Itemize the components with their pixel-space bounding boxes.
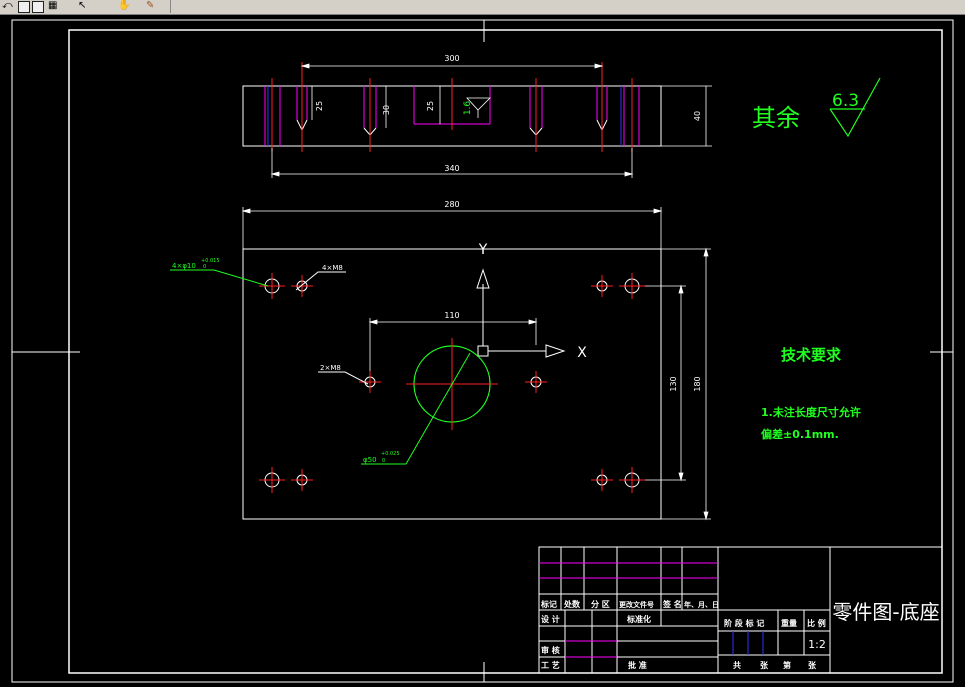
tech-req-line-1: 1.未注长度尺寸允许 [761,405,861,419]
undo-icon[interactable]: ⤺ [2,0,13,12]
bore-leader [361,352,471,465]
dim-130: 130 [669,376,678,391]
toolbar-separator [170,0,171,13]
cursor-icon[interactable]: ↖ [78,0,86,12]
bore-callout: φ50 [363,456,377,464]
window-icon[interactable] [32,1,44,13]
title-block: 标记 处数 分 区 更改文件号 签 名 年、月、日 设 计 标准化 审 核 工 … [538,546,943,674]
dim-depth-1: 25 [315,101,324,111]
drawing-canvas: 300 340 25 30 25 1.6 40 其余 6.3 280 110 1… [11,19,954,683]
axis-y-label: Y [478,242,488,258]
tb-sheets-total: 共 [733,660,741,670]
tb-header-change-doc: 更改文件号 [619,600,654,609]
toolbar: ⤺ ▦ ↖ ✋ ✎ [0,0,965,15]
hole-callout-4m8: 4×M8 [322,264,343,272]
tb-header-signature: 签 名 [662,599,682,609]
front-centerlines [271,62,633,152]
tb-sheets-unit-1: 张 [760,661,769,670]
tb-standard-label: 标准化 [626,614,651,624]
hole-callout-phi10: 4×φ10 [172,262,196,270]
tech-req-title: 技术要求 [781,346,842,364]
properties-icon[interactable]: ▦ [48,0,57,12]
roughness-1-6: 1.6 [463,101,473,116]
tb-part-name: 零件图-底座 [832,600,939,624]
tb-header-zone: 分 区 [591,599,610,609]
tb-process-label: 工 艺 [541,660,560,670]
dim-height-40: 40 [693,111,702,121]
dim-180: 180 [693,376,702,391]
tb-weight: 重量 [781,618,797,628]
roughness-label: 其余 [752,104,800,132]
dim-300: 300 [444,54,459,63]
roughness-note: 其余 6.3 [752,77,881,138]
tb-header-count: 处数 [563,599,581,609]
bore-callout-tol2: 0 [382,458,385,464]
tb-ratio: 比 例 [807,618,826,628]
dim-280: 280 [444,200,459,209]
plan-view: 280 110 130 180 Y X 4×φ10 +0.015 0 4×M8 … [170,200,711,521]
plan-centerlines [259,273,645,493]
window-icon[interactable] [18,1,30,13]
ucs-icon [476,268,566,358]
pan-icon[interactable]: ✋ [118,0,130,12]
tb-approve-label: 批 准 [628,660,647,670]
axis-x-label: X [577,345,587,361]
bore-callout-tol: +0.025 [381,451,400,457]
tb-review-label: 审 核 [541,645,560,655]
tech-req-line-2: 偏差±0.1mm. [761,427,839,441]
match-icon[interactable]: ✎ [146,0,154,12]
dim-110: 110 [444,311,459,320]
dim-depth-2: 30 [382,105,391,115]
dim-340: 340 [444,164,459,173]
tb-header-date: 年、月、日 [684,600,719,609]
tb-header-mark: 标记 [540,599,557,609]
hole-callout-2m8: 2×M8 [320,364,341,372]
tb-stage-mark: 阶 段 标 记 [724,618,764,628]
dim-depth-3: 25 [426,101,435,111]
roughness-value: 6.3 [832,91,859,111]
hole-callout-phi10-tol2: 0 [203,264,206,270]
front-view: 300 340 25 30 25 1.6 40 [242,54,712,178]
tb-design-label: 设 计 [541,614,560,624]
tb-sheets-no: 第 [783,660,791,670]
phi10-leader [170,269,269,287]
tb-scale-value: 1:2 [808,638,826,651]
technical-requirements: 技术要求 1.未注长度尺寸允许 偏差±0.1mm. [761,346,861,441]
tb-sheets-unit-2: 张 [808,661,817,670]
